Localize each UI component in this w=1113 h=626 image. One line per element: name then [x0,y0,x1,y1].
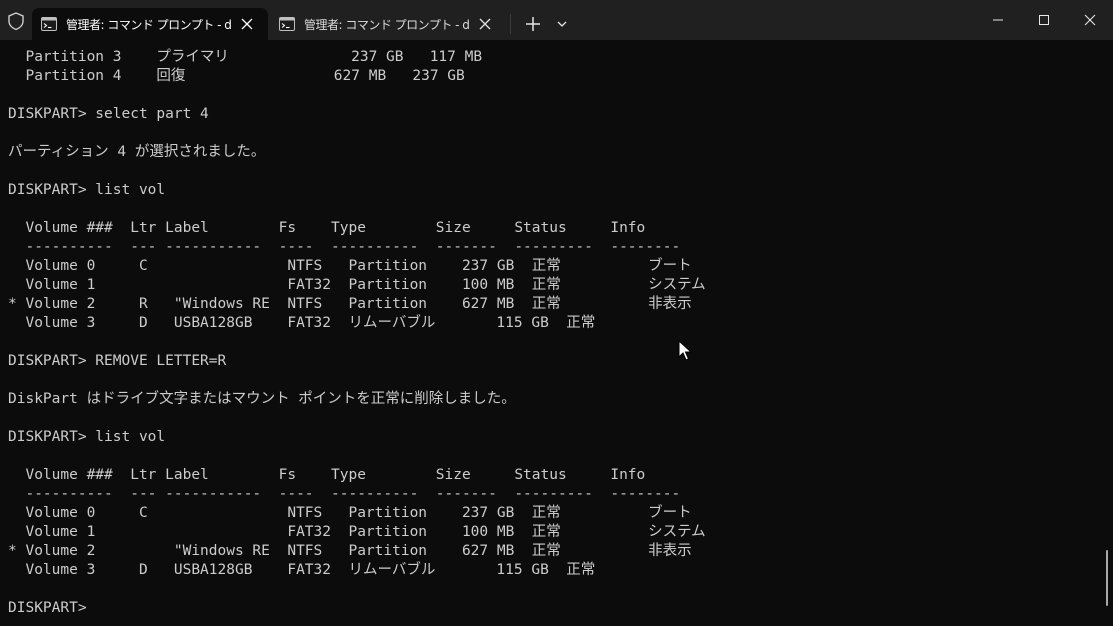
console-prompt[interactable]: DISKPART> [8,599,1100,618]
console-line: * Volume 2 R "Windows RE NTFS Partition … [8,296,692,312]
console-line: DISKPART> list vol [8,182,166,198]
console-line: DISKPART> select part 4 [8,106,209,122]
scrollbar-thumb[interactable] [1106,550,1108,606]
command-prompt-icon [41,17,57,31]
close-icon [1084,14,1096,26]
tab-title: 管理者: コマンド プロンプト - diskpart [304,17,470,32]
console-line: Volume 0 C NTFS Partition 237 GB 正常 ブート [8,258,692,274]
console-line: Partition 3 プライマリ 237 GB 117 MB [8,49,483,65]
tab-divider [510,14,511,34]
console-line: Volume 3 D USBA128GB FAT32 リムーバブル 115 GB… [8,562,596,578]
close-window-button[interactable] [1067,0,1113,40]
minimize-button[interactable] [975,0,1021,40]
console-line: パーティション 4 が選択されました。 [8,144,266,160]
console-line: DISKPART> list vol [8,429,166,445]
console-output[interactable]: Partition 3 プライマリ 237 GB 117 MB Partitio… [8,48,1100,626]
console-line: ---------- --- ----------- ---- --------… [8,486,681,502]
terminal-window: 管理者: コマンド プロンプト - diskpart 管理者: コマンド プロン… [0,0,1113,626]
tab-command-prompt-1[interactable]: 管理者: コマンド プロンプト - diskpart [32,8,268,40]
console-line: Volume 0 C NTFS Partition 237 GB 正常 ブート [8,505,692,521]
shield-icon [8,12,24,31]
console-line: Volume ### Ltr Label Fs Type Size Status… [8,220,646,236]
console-line: ---------- --- ----------- ---- --------… [8,239,681,255]
console-line: Volume ### Ltr Label Fs Type Size Status… [8,467,646,483]
maximize-button[interactable] [1021,0,1067,40]
console-line: Volume 3 D USBA128GB FAT32 リムーバブル 115 GB… [8,315,596,331]
close-tab-icon[interactable] [478,17,492,31]
console-line: Volume 1 FAT32 Partition 100 MB 正常 システム [8,524,706,540]
console-line: Volume 1 FAT32 Partition 100 MB 正常 システム [8,277,706,293]
title-bar: 管理者: コマンド プロンプト - diskpart 管理者: コマンド プロン… [0,0,1113,40]
new-tab-plus-icon[interactable] [522,13,544,35]
maximize-icon [1039,15,1049,25]
chevron-down-icon[interactable] [553,15,571,33]
console-line: DiskPart はドライブ文字またはマウント ポイントを正常に削除しました。 [8,391,516,407]
console-line: Partition 4 回復 627 MB 237 GB [8,68,465,84]
mouse-pointer-icon [678,340,692,361]
console-line: DISKPART> REMOVE LETTER=R [8,353,227,369]
tab-command-prompt-2[interactable]: 管理者: コマンド プロンプト - diskpart [270,8,508,40]
command-prompt-icon [279,17,295,31]
close-tab-icon[interactable] [240,17,254,31]
console-line: * Volume 2 "Windows RE NTFS Partition 62… [8,543,692,559]
tab-title: 管理者: コマンド プロンプト - diskpart [66,17,232,32]
minimize-icon [993,19,1003,21]
